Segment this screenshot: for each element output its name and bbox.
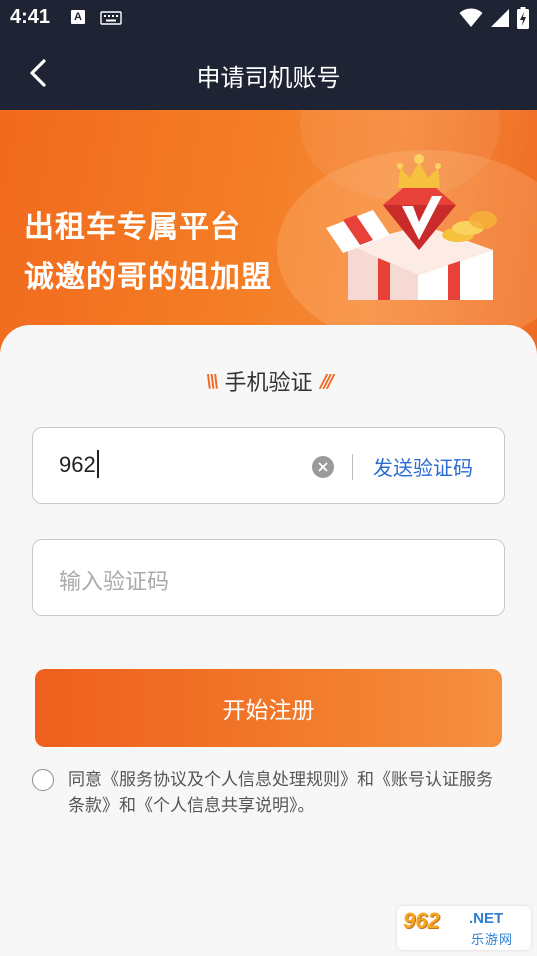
agreement-and: 和 xyxy=(357,770,374,790)
clear-input-button[interactable] xyxy=(312,456,334,478)
status-time: 4:41 xyxy=(10,6,51,28)
signal-icon xyxy=(491,9,509,27)
clear-icon xyxy=(318,462,328,472)
agreement-checkbox[interactable] xyxy=(32,769,54,791)
watermark-net: .NET xyxy=(469,910,504,927)
watermark-main: 962 xyxy=(403,908,440,933)
phone-input[interactable]: 962 发送验证码 xyxy=(32,427,505,504)
start-register-button[interactable]: 开始注册 xyxy=(35,669,502,747)
agreement-prefix: 同意 xyxy=(68,770,102,790)
verification-code-input[interactable]: 输入验证码 xyxy=(32,539,505,616)
a-notification-icon: A xyxy=(71,10,85,24)
watermark-logo: 962 .NET 乐游网 xyxy=(397,906,531,950)
verification-card: \\\ 手机验证 /// 962 发送验证码 输入验证码 开始注册 同意《服务协… xyxy=(0,325,537,956)
slash-decoration-icon: /// xyxy=(320,370,335,392)
watermark-sub: 乐游网 xyxy=(471,933,514,948)
input-divider xyxy=(352,454,353,480)
code-input-placeholder[interactable]: 输入验证码 xyxy=(59,564,169,596)
banner-headline: 出租车专属平台 xyxy=(24,210,241,245)
slash-decoration-icon: \\\ xyxy=(205,370,220,392)
page-title: 申请司机账号 xyxy=(196,64,341,92)
text-caret xyxy=(96,450,99,479)
service-agreement-link[interactable]: 《服务协议及个人信息处理规则》 xyxy=(102,770,357,790)
section-title: 手机验证 xyxy=(224,371,313,396)
section-header: \\\ 手机验证 /// xyxy=(0,365,537,397)
banner-subheadline: 诚邀的哥的姐加盟 xyxy=(24,260,272,295)
gift-box-illustration xyxy=(326,154,497,300)
status-bar: 4:41 A xyxy=(0,0,537,36)
keyboard-icon xyxy=(100,11,122,25)
nav-bar: 申请司机账号 xyxy=(0,36,537,110)
agreement-and: 和 xyxy=(119,796,136,816)
battery-charging-icon xyxy=(517,7,529,29)
phone-input-value[interactable]: 962 xyxy=(59,450,99,479)
wifi-icon xyxy=(459,8,483,27)
promo-banner: 出租车专属平台 诚邀的哥的姐加盟 xyxy=(0,110,537,360)
agreement-suffix: 。 xyxy=(297,796,315,816)
info-sharing-link[interactable]: 《个人信息共享说明》 xyxy=(136,796,298,816)
agreement-text: 同意《服务协议及个人信息处理规则》和《账号认证服务条款》和《个人信息共享说明》。 xyxy=(68,767,508,819)
send-code-button[interactable]: 发送验证码 xyxy=(373,452,473,481)
